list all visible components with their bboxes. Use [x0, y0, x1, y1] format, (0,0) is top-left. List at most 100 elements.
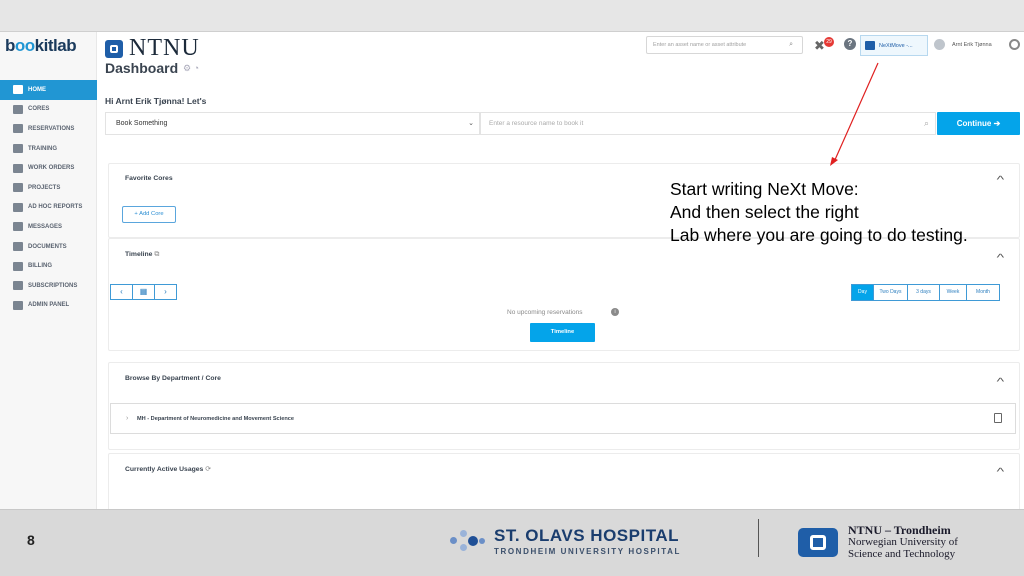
window-top-strip [0, 0, 1024, 32]
sidebar-item-ad-hoc-reports[interactable]: AD HOC REPORTS [0, 198, 97, 218]
sidebar-item-label: AD HOC REPORTS [28, 204, 83, 211]
department-row[interactable]: › MH - Department of Neuromedicine and M… [110, 403, 1016, 434]
prev-button[interactable]: ‹ [110, 284, 133, 300]
collapse-chevron-icon[interactable]: ^ [997, 253, 1005, 264]
ntnu-line-3: Science and Technology [848, 548, 956, 560]
sidebar-item-training[interactable]: TRAINING [0, 139, 97, 159]
stack-icon [865, 41, 875, 50]
no-reservations-text: No upcoming reservations [507, 309, 583, 316]
hospital-subtitle: TRONDHEIM UNIVERSITY HOSPITAL [494, 547, 682, 556]
notification-badge: 29 [824, 37, 834, 47]
range-selector: Day Two Days 3 days Week Month [851, 284, 1000, 301]
lab-selector[interactable]: NeXtMove -... [860, 35, 928, 56]
resource-placeholder: Enter a resource name to book it [489, 120, 584, 127]
document-icon[interactable] [994, 413, 1002, 423]
sidebar-item-work-orders[interactable]: WORK ORDERS [0, 158, 97, 178]
calendar-icon [13, 124, 23, 134]
sidebar-item-projects[interactable]: PROJECTS [0, 178, 97, 198]
range-day-button[interactable]: Day [851, 284, 874, 301]
search-icon[interactable]: ⌕ [789, 41, 793, 49]
sidebar-item-label: ADMIN PANEL [28, 302, 70, 309]
ntnu-line-2: Norwegian University of [848, 536, 958, 548]
book-type-select[interactable]: Book Something ⌄ [105, 112, 480, 135]
resource-search-input[interactable]: Enter a resource name to book it ⌕ [480, 112, 936, 135]
pie-chart-icon [13, 202, 23, 212]
sidebar-item-messages[interactable]: MESSAGES [0, 217, 97, 237]
bookitlab-logo[interactable]: bookitlab [5, 36, 77, 56]
folder-icon [13, 183, 23, 193]
sidebar-nav: HOME CORES RESERVATIONS TRAINING WORK ORDERS… [0, 80, 97, 315]
sidebar-item-subscriptions[interactable]: SUBSCRIPTIONS [0, 276, 97, 296]
collapse-chevron-icon[interactable]: ^ [997, 175, 1005, 186]
sidebar-item-billing[interactable]: BILLING [0, 256, 97, 276]
search-icon: ⌕ [923, 118, 929, 128]
ntnu-line-1: NTNU – Trondheim [848, 523, 951, 537]
collapse-chevron-icon[interactable]: ^ [997, 377, 1005, 388]
search-placeholder: Enter an asset name or asset attribute [653, 42, 747, 48]
sidebar-item-cores[interactable]: CORES [0, 100, 97, 120]
st-olavs-dots-icon [450, 526, 486, 556]
ntnu-footer-logo: NTNU – Trondheim Norwegian University of… [798, 524, 958, 560]
range-3-days-button[interactable]: 3 days [907, 284, 940, 301]
calendar-icon[interactable]: ▦ [132, 284, 155, 300]
screenshot-area: bookitlab HOME CORES RESERVATIONS TRAINING W… [0, 32, 1024, 510]
refresh-icon[interactable]: ⟳ [205, 466, 211, 473]
home-icon [13, 85, 23, 95]
asset-search-input[interactable]: Enter an asset name or asset attribute ⌕ [646, 36, 803, 54]
next-button[interactable]: › [154, 284, 177, 300]
department-name: MH - Department of Neuromedicine and Mov… [137, 416, 294, 422]
sidebar-item-label: WORK ORDERS [28, 165, 75, 172]
sidebar-item-reservations[interactable]: RESERVATIONS [0, 119, 97, 139]
sidebar-item-home[interactable]: HOME [0, 80, 97, 100]
sidebar-item-label: BILLING [28, 263, 52, 270]
range-month-button[interactable]: Month [966, 284, 1000, 301]
page-title: Dashboard [105, 60, 179, 76]
dashboard-settings-icons[interactable]: ⚙ ◔ [183, 63, 199, 74]
browse-panel: Browse By Department / Core ^ › MH - Dep… [108, 362, 1020, 450]
active-usages-title: Currently Active Usages ⟳ [125, 466, 211, 473]
annotation-line: Lab where you are going to do testing. [670, 225, 968, 245]
sidebar-item-label: PROJECTS [28, 184, 61, 191]
annotation-line: Start writing NeXt Move: [670, 179, 859, 199]
sidebar-item-documents[interactable]: DOCUMENTS [0, 237, 97, 257]
ntnu-logo-icon [798, 527, 838, 557]
continue-button[interactable]: Continue ➔ [937, 112, 1020, 135]
ntnu-logo-icon [105, 39, 123, 58]
collapse-chevron-icon[interactable]: ^ [997, 467, 1005, 478]
external-link-icon[interactable]: ⧉ [154, 251, 159, 258]
chevron-down-icon: ⌄ [468, 120, 474, 127]
timeline-title: Timeline ⧉ [125, 251, 160, 258]
subscriptions-icon [13, 281, 23, 291]
megaphone-icon [13, 222, 23, 232]
page-number: 8 [27, 532, 35, 548]
info-icon[interactable]: i [611, 308, 619, 316]
greeting-text: Hi Arnt Erik Tjønna! Let's [105, 96, 207, 106]
timeline-nav: ‹ ▦ › [110, 284, 177, 300]
active-usages-panel: Currently Active Usages ⟳ ^ [108, 453, 1020, 510]
documents-icon [13, 242, 23, 252]
add-core-button[interactable]: + Add Core [122, 206, 176, 223]
invoice-icon [13, 261, 23, 271]
st-olavs-logo: ST. OLAVS HOSPITAL TRONDHEIM UNIVERSITY … [450, 526, 681, 556]
range-week-button[interactable]: Week [939, 284, 967, 301]
ntnu-logo: NTNU [105, 35, 200, 62]
help-icon[interactable]: ? [844, 38, 856, 50]
user-name[interactable]: Arnt Erik Tjønna [952, 42, 992, 48]
settings-gear-icon[interactable] [1009, 39, 1020, 50]
sidebar-item-label: HOME [28, 86, 46, 93]
timeline-button[interactable]: Timeline [530, 323, 595, 342]
range-two-days-button[interactable]: Two Days [873, 284, 908, 301]
book-type-value: Book Something [116, 120, 168, 127]
browse-title: Browse By Department / Core [125, 375, 221, 382]
user-avatar[interactable] [934, 39, 945, 50]
sidebar: bookitlab HOME CORES RESERVATIONS TRAINING W… [0, 32, 97, 510]
sidebar-item-admin-panel[interactable]: ADMIN PANEL [0, 296, 97, 316]
sidebar-item-label: CORES [28, 106, 50, 113]
slide-footer: 8 ST. OLAVS HOSPITAL TRONDHEIM UNIVERSIT… [0, 509, 1024, 576]
sidebar-item-label: TRAINING [28, 145, 57, 152]
favorite-cores-title: Favorite Cores [125, 175, 173, 182]
timeline-panel: Timeline ⧉ ^ ‹ ▦ › Day Two Days 3 days Week… [108, 238, 1020, 351]
lab-selector-label: NeXtMove -... [879, 42, 913, 49]
footer-divider [758, 519, 759, 557]
institution-name: NTNU [129, 35, 200, 61]
